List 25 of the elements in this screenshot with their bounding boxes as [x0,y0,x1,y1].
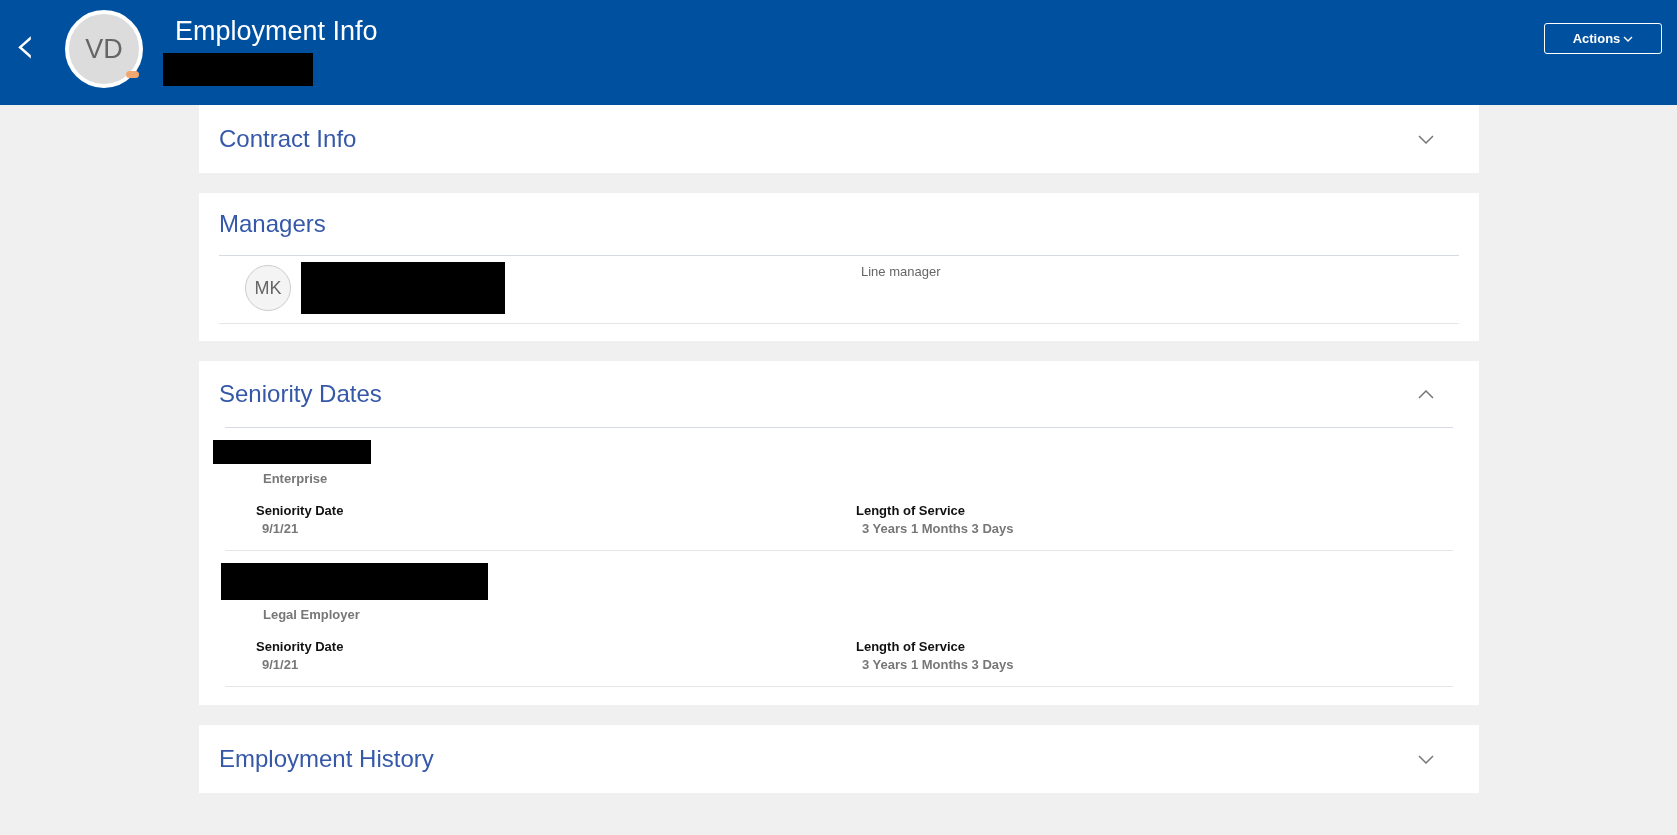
back-button[interactable]: ‹ [10,18,40,72]
avatar: VD [65,10,143,88]
actions-button[interactable]: Actions [1544,23,1662,54]
field-label: Seniority Date [256,503,345,518]
field-value: 3 Years 1 Months 3 Days [862,657,1015,672]
chevron-down-icon [1623,35,1634,42]
section-title[interactable]: Contract Info [219,125,357,153]
field-value: 9/1/21 [262,521,300,536]
seniority-level: Enterprise [263,471,329,486]
section-title[interactable]: Managers [219,210,326,238]
section-title[interactable]: Employment History [219,745,434,773]
more-badge-icon [126,71,139,78]
field-label: Seniority Date [256,639,345,654]
chevron-up-icon[interactable] [1418,389,1434,399]
relationship-label: Line manager [861,264,941,279]
field-label: Length of Service [856,639,967,654]
chevron-down-icon[interactable] [1418,134,1434,144]
page-title: Employment Info [175,16,378,47]
seniority-level: Legal Employer [263,607,361,622]
field-label: Length of Service [856,503,967,518]
chevron-down-icon[interactable] [1418,754,1434,764]
field-value: 9/1/21 [262,657,300,672]
section-title[interactable]: Seniority Dates [219,380,382,408]
field-value: 3 Years 1 Months 3 Days [862,521,1015,536]
avatar: MK [245,265,291,311]
